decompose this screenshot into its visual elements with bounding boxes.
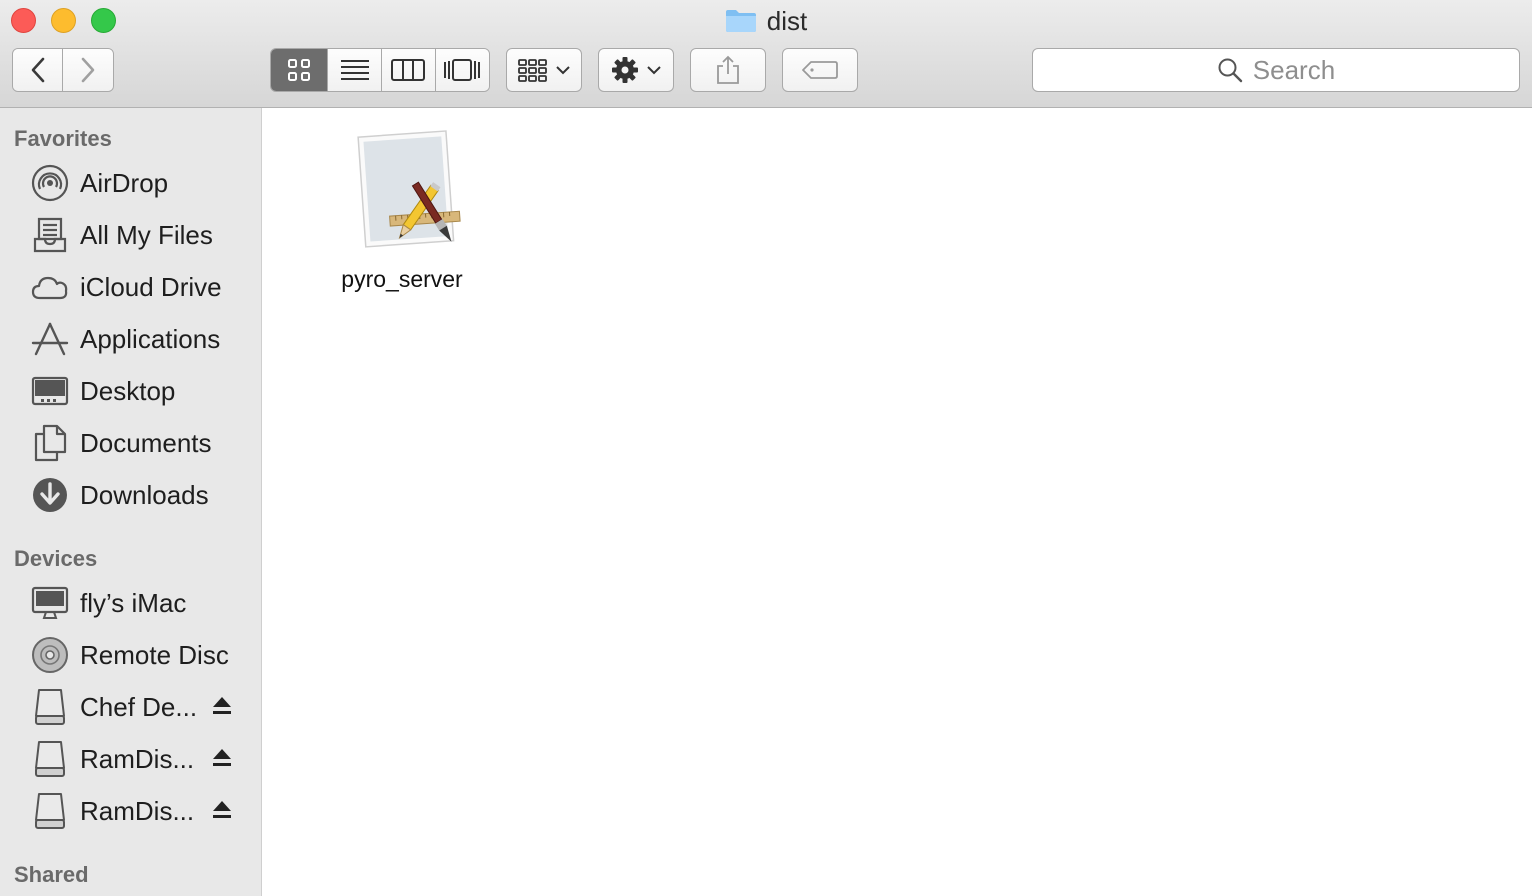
sidebar-item-label: RamDis... <box>80 795 195 826</box>
desktop-icon <box>30 371 70 411</box>
sidebar-item-label: AirDrop <box>80 167 169 198</box>
sidebar-item-chef-de[interactable]: Chef De... <box>0 681 261 733</box>
cover-flow-view-icon <box>444 59 481 81</box>
sidebar-item-label: iCloud Drive <box>80 271 222 302</box>
back-forward-control <box>12 48 114 92</box>
search-field[interactable]: Search <box>1032 48 1520 92</box>
column-view-icon <box>391 59 426 81</box>
sidebar-item-remote-disc[interactable]: Remote Disc <box>0 629 261 681</box>
sidebar-item-downloads[interactable]: Downloads <box>0 469 261 521</box>
sidebar-item-applications[interactable]: Applications <box>0 313 261 365</box>
share-icon <box>717 55 739 84</box>
chevron-down-icon <box>647 66 661 75</box>
sidebar: Favorites AirDrop All My Files iCloud Dr… <box>0 108 262 896</box>
sidebar-item-ramdisk-2[interactable]: RamDis... <box>0 785 261 837</box>
sidebar-item-desktop[interactable]: Desktop <box>0 365 261 417</box>
file-browser-content: pyro_server <box>262 108 1532 896</box>
cover-flow-view-button[interactable] <box>435 49 489 91</box>
sidebar-item-label: All My Files <box>80 219 213 250</box>
action-menu-button[interactable] <box>598 48 674 92</box>
tag-button[interactable] <box>782 48 858 92</box>
sidebar-item-label: Downloads <box>80 479 209 510</box>
sidebar-item-ramdisk-1[interactable]: RamDis... <box>0 733 261 785</box>
icon-view-icon <box>288 59 311 81</box>
list-view-icon <box>340 60 369 80</box>
chevron-down-icon <box>556 66 570 75</box>
sidebar-item-label: Desktop <box>80 375 176 406</box>
window-title-bar: dist <box>0 5 1532 37</box>
sidebar-item-label: Applications <box>80 323 221 354</box>
eject-button[interactable] <box>210 745 234 771</box>
search-icon <box>1218 58 1242 83</box>
sidebar-item-airdrop[interactable]: AirDrop <box>0 157 261 209</box>
sidebar-item-label: Documents <box>80 427 212 458</box>
tag-icon <box>802 61 838 79</box>
eject-button[interactable] <box>210 797 234 823</box>
downloads-icon <box>30 475 70 515</box>
file-name: pyro_server <box>341 266 463 292</box>
file-item-pyro-server[interactable]: pyro_server <box>332 126 472 306</box>
drive-icon <box>30 687 70 727</box>
arrange-grid-icon <box>518 59 547 82</box>
application-bundle-icon <box>350 126 466 256</box>
sidebar-item-label: RamDis... <box>80 743 195 774</box>
eject-button[interactable] <box>210 693 234 719</box>
window-toolbar: dist Search <box>0 0 1532 108</box>
cloud-icon <box>30 267 70 307</box>
chevron-right-icon <box>81 57 95 83</box>
drive-icon <box>30 791 70 831</box>
search-placeholder: Search <box>1252 54 1336 85</box>
sidebar-item-label: Remote Disc <box>80 639 229 670</box>
sidebar-item-label: fly’s iMac <box>80 587 187 618</box>
sidebar-item-documents[interactable]: Documents <box>0 417 261 469</box>
forward-button[interactable] <box>63 49 113 91</box>
chevron-left-icon <box>31 57 44 83</box>
share-button[interactable] <box>690 48 766 92</box>
favorites-header: Favorites <box>14 126 112 151</box>
eject-icon <box>213 749 231 766</box>
airdrop-icon <box>30 163 70 203</box>
window-title: dist <box>766 5 808 36</box>
gear-icon <box>612 57 638 83</box>
shared-header: Shared <box>14 862 89 887</box>
view-mode-control <box>270 48 490 92</box>
folder-icon <box>725 9 757 33</box>
arrange-button[interactable] <box>506 48 582 92</box>
sidebar-item-icloud-drive[interactable]: iCloud Drive <box>0 261 261 313</box>
disc-icon <box>30 635 70 675</box>
sidebar-item-label: Chef De... <box>80 691 198 722</box>
icon-view-button[interactable] <box>271 49 329 91</box>
column-view-button[interactable] <box>381 49 436 91</box>
all-files-icon <box>30 215 70 255</box>
documents-icon <box>30 423 70 463</box>
applications-icon <box>30 319 70 359</box>
eject-icon <box>213 697 231 714</box>
sidebar-item-all-my-files[interactable]: All My Files <box>0 209 261 261</box>
sidebar-item-imac[interactable]: fly’s iMac <box>0 577 261 629</box>
imac-icon <box>30 583 70 623</box>
list-view-button[interactable] <box>328 49 382 91</box>
drive-icon <box>30 739 70 779</box>
eject-icon <box>213 801 231 818</box>
back-button[interactable] <box>13 49 64 91</box>
devices-header: Devices <box>14 546 98 571</box>
